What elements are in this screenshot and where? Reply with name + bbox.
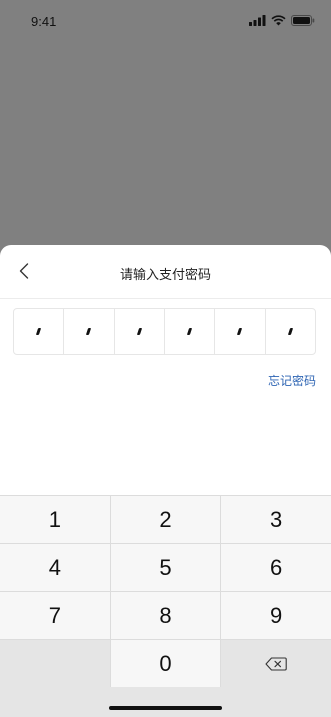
pin-digit-box — [64, 309, 115, 354]
keypad-row: 4 5 6 — [0, 543, 331, 591]
wifi-icon — [271, 15, 286, 26]
status-bar: 9:41 — [0, 0, 331, 44]
status-time: 9:41 — [31, 14, 57, 29]
signal-icon — [249, 15, 266, 26]
numeric-keypad: 1 2 3 4 5 6 7 8 9 0 — [0, 495, 331, 717]
key-2[interactable]: 2 — [110, 496, 222, 543]
key-7[interactable]: 7 — [0, 592, 111, 639]
payment-password-sheet: 请输入支付密码 忘记密码 1 2 3 4 5 6 7 8 9 0 — [0, 245, 331, 717]
keypad-row: 1 2 3 — [0, 495, 331, 543]
pin-dot — [86, 328, 92, 335]
sheet-header: 请输入支付密码 — [0, 245, 331, 299]
sheet-title: 请输入支付密码 — [119, 267, 211, 282]
delete-key[interactable] — [221, 640, 331, 687]
key-6[interactable]: 6 — [221, 544, 331, 591]
keypad-row: 0 — [0, 639, 331, 687]
pin-dot — [287, 328, 293, 335]
pin-digit-box — [266, 309, 315, 354]
pin-dot — [36, 328, 42, 335]
key-9[interactable]: 9 — [221, 592, 331, 639]
pin-dot — [237, 328, 243, 335]
key-8[interactable]: 8 — [110, 592, 222, 639]
forgot-password-link[interactable]: 忘记密码 — [268, 372, 316, 389]
keypad-row: 7 8 9 — [0, 591, 331, 639]
key-1[interactable]: 1 — [0, 496, 111, 543]
pin-digit-box — [165, 309, 216, 354]
pin-digit-box — [215, 309, 266, 354]
battery-icon — [291, 15, 315, 26]
pin-dot — [187, 328, 193, 335]
key-blank — [0, 640, 111, 687]
key-4[interactable]: 4 — [0, 544, 111, 591]
home-indicator — [109, 706, 222, 710]
key-5[interactable]: 5 — [110, 544, 222, 591]
pin-digit-box — [115, 309, 165, 354]
pin-digit-box — [14, 309, 65, 354]
pin-dot — [136, 328, 142, 335]
status-icons — [249, 15, 315, 26]
pin-input[interactable] — [13, 308, 316, 355]
backspace-icon — [265, 656, 287, 671]
key-0[interactable]: 0 — [110, 640, 222, 687]
key-3[interactable]: 3 — [221, 496, 331, 543]
